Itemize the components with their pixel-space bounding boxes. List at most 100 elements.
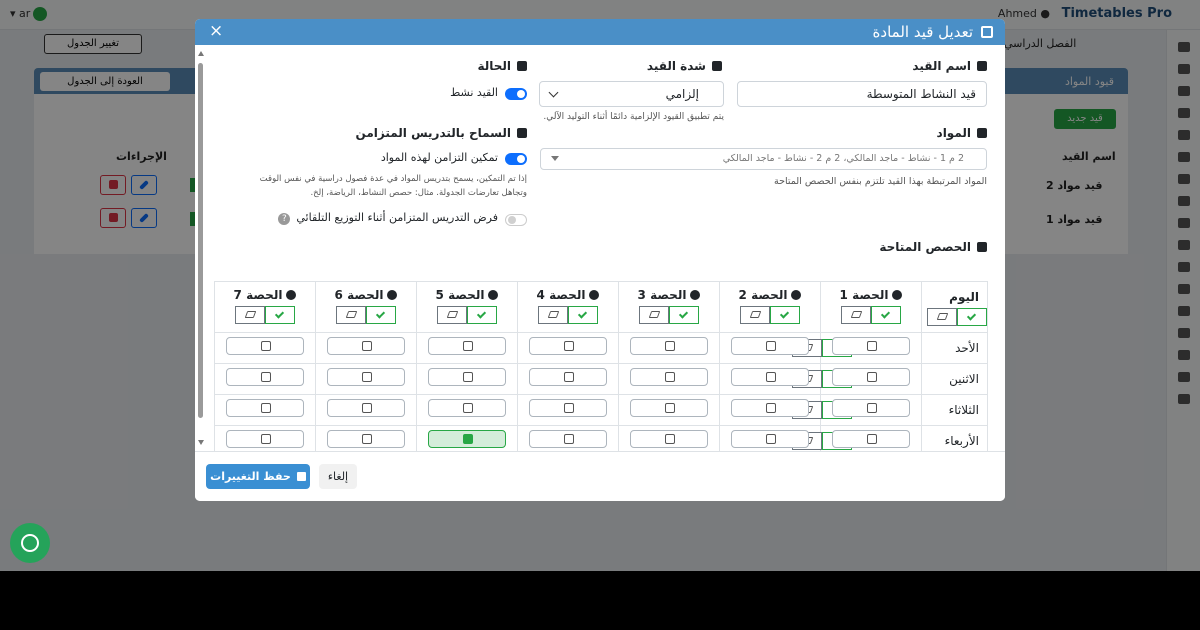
- clear-period-button[interactable]: [437, 305, 467, 324]
- slots-grid: اليوم الحصة 1 الحصة 2 الحصة 3 الحصة 4 الحصة …: [214, 281, 988, 451]
- shield-icon: [712, 61, 722, 71]
- slot-toggle[interactable]: [832, 430, 910, 448]
- slot-cell: [315, 363, 417, 395]
- day-cell: الأحد: [792, 332, 988, 364]
- clock-icon: [892, 289, 903, 300]
- scrollbar-thumb[interactable]: [198, 63, 203, 418]
- whatsapp-button[interactable]: [10, 523, 50, 563]
- modal-footer: حفظ التغييرات إلغاء: [195, 451, 1005, 501]
- select-period-button[interactable]: [265, 305, 295, 324]
- save-button[interactable]: حفظ التغييرات: [206, 464, 310, 489]
- eraser-icon: [244, 310, 257, 318]
- eraser-icon: [936, 313, 949, 320]
- slot-toggle[interactable]: [226, 337, 304, 355]
- select-period-button[interactable]: [366, 305, 396, 324]
- scroll-up-icon[interactable]: [198, 51, 204, 56]
- slot-toggle[interactable]: [226, 368, 304, 386]
- slot-cell: [214, 394, 316, 426]
- cancel-button[interactable]: إلغاء: [319, 464, 357, 489]
- subjects-select[interactable]: 2 م 1 - نشاط - ماجد المالكي، 2 م 2 - نشا…: [540, 148, 987, 170]
- eraser-icon: [446, 310, 459, 318]
- slot-toggle[interactable]: [428, 337, 506, 355]
- modal-body: اسم القيد قيد النشاط المتوسطة شدة القيد …: [207, 45, 997, 451]
- slot-toggle[interactable]: [630, 368, 708, 386]
- slot-toggle[interactable]: [731, 368, 809, 386]
- checkbox-icon: [665, 372, 675, 382]
- clear-period-button[interactable]: [841, 305, 871, 324]
- scroll-down-icon[interactable]: [198, 440, 204, 445]
- checkbox-icon: [463, 434, 473, 444]
- slot-toggle[interactable]: [327, 430, 405, 448]
- active-toggle[interactable]: [505, 88, 527, 100]
- slot-toggle[interactable]: [428, 430, 506, 448]
- select-period-button[interactable]: [669, 305, 699, 324]
- period-header-4: الحصة 4: [517, 281, 619, 333]
- slot-toggle[interactable]: [226, 430, 304, 448]
- slot-cell: [618, 425, 720, 451]
- slot-toggle[interactable]: [630, 337, 708, 355]
- select-period-button[interactable]: [770, 305, 800, 324]
- slot-toggle[interactable]: [529, 368, 607, 386]
- select-period-button[interactable]: [871, 305, 901, 324]
- checkbox-icon: [766, 372, 776, 382]
- checkbox-icon: [463, 403, 473, 413]
- subjects-label: المواد: [937, 126, 987, 140]
- clear-period-button[interactable]: [740, 305, 770, 324]
- checkbox-icon: [564, 434, 574, 444]
- select-all-button[interactable]: [957, 308, 987, 326]
- slot-toggle[interactable]: [327, 337, 405, 355]
- slot-toggle[interactable]: [832, 368, 910, 386]
- slot-cell: [315, 425, 417, 451]
- period-header-1: الحصة 1: [820, 281, 922, 333]
- slot-toggle[interactable]: [428, 368, 506, 386]
- slot-toggle[interactable]: [630, 399, 708, 417]
- checkbox-icon: [362, 403, 372, 413]
- eraser-icon: [547, 310, 560, 318]
- strength-select[interactable]: إلزامي: [539, 81, 724, 107]
- select-period-button[interactable]: [467, 305, 497, 324]
- slot-cell: [416, 363, 518, 395]
- slot-toggle[interactable]: [327, 399, 405, 417]
- clear-period-button[interactable]: [639, 305, 669, 324]
- eraser-icon: [345, 310, 358, 318]
- check-double-icon: [678, 308, 689, 319]
- slot-cell: [214, 425, 316, 451]
- clear-period-button[interactable]: [235, 305, 265, 324]
- name-input[interactable]: قيد النشاط المتوسطة: [737, 81, 987, 107]
- slot-toggle[interactable]: [832, 337, 910, 355]
- slot-toggle[interactable]: [731, 430, 809, 448]
- slot-toggle[interactable]: [731, 399, 809, 417]
- checkbox-icon: [867, 341, 877, 351]
- slot-toggle[interactable]: [327, 368, 405, 386]
- check-double-icon: [375, 308, 386, 319]
- slot-toggle[interactable]: [226, 399, 304, 417]
- slot-toggle[interactable]: [630, 430, 708, 448]
- checkbox-icon: [665, 403, 675, 413]
- close-button[interactable]: ×: [209, 22, 223, 40]
- force-concurrent-toggle[interactable]: [505, 214, 527, 226]
- checkbox-icon: [261, 403, 271, 413]
- eraser-icon: [749, 310, 762, 318]
- select-period-button[interactable]: [568, 305, 598, 324]
- slot-toggle[interactable]: [529, 337, 607, 355]
- slot-toggle[interactable]: [832, 399, 910, 417]
- clock-icon: [488, 289, 499, 300]
- clear-period-button[interactable]: [538, 305, 568, 324]
- check-double-icon: [577, 308, 588, 319]
- check-double-icon: [476, 308, 487, 319]
- subjects-hint: المواد المرتبطة بهذا القيد تلتزم بنفس ال…: [774, 176, 987, 187]
- concurrent-toggle[interactable]: [505, 153, 527, 165]
- slot-toggle[interactable]: [731, 337, 809, 355]
- slot-cell: [517, 394, 619, 426]
- slot-cell: [820, 332, 922, 364]
- edit-constraint-modal: تعديل قيد المادة × اسم القيد قيد النشاط …: [195, 19, 1005, 501]
- slot-toggle[interactable]: [529, 399, 607, 417]
- day-row: الأربعاء: [214, 425, 988, 451]
- clock-icon: [690, 289, 701, 300]
- help-icon[interactable]: ?: [278, 213, 291, 225]
- slot-cell: [214, 332, 316, 364]
- clear-period-button[interactable]: [336, 305, 366, 324]
- slot-toggle[interactable]: [428, 399, 506, 417]
- clear-all-button[interactable]: [927, 308, 957, 326]
- slot-toggle[interactable]: [529, 430, 607, 448]
